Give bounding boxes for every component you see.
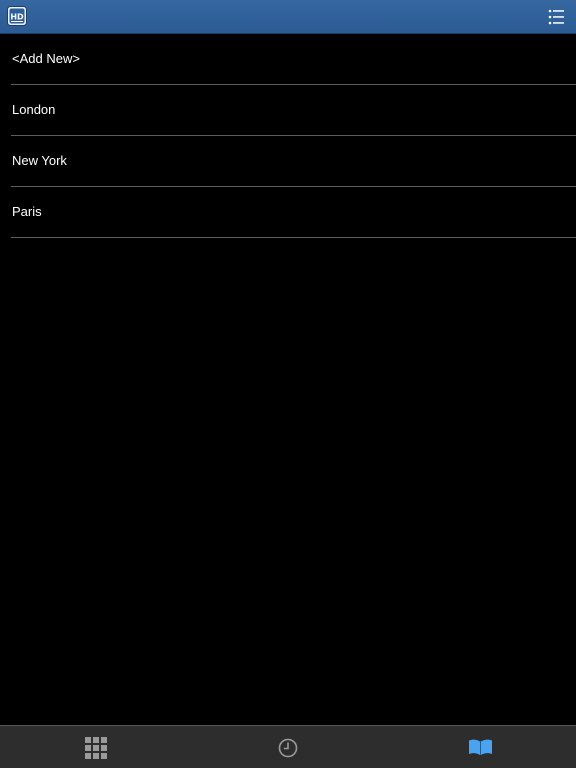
book-icon [468, 739, 492, 755]
tab-grid[interactable] [0, 726, 192, 768]
app-window: HD <Add New> London New York Paris [0, 0, 576, 768]
list-item-paris[interactable]: Paris [11, 187, 576, 238]
list-item-label: New York [12, 153, 67, 168]
tab-saved[interactable] [384, 726, 576, 768]
hd-app-logo-icon[interactable]: HD [7, 6, 27, 26]
list-item-label: Paris [12, 204, 42, 219]
list-item-london[interactable]: London [11, 85, 576, 136]
list-item-label: London [12, 102, 56, 117]
list-menu-icon[interactable] [546, 7, 568, 27]
location-list: <Add New> London New York Paris [0, 34, 576, 238]
clock-icon [278, 738, 298, 757]
grid-icon [85, 736, 107, 759]
tab-history[interactable] [192, 726, 384, 768]
add-new-item[interactable]: <Add New> [11, 34, 576, 85]
header-bar: HD [0, 0, 576, 34]
list-item-new-york[interactable]: New York [11, 136, 576, 187]
list-item-label: <Add New> [12, 51, 80, 66]
bottom-tab-bar [0, 725, 576, 768]
svg-text:HD: HD [10, 13, 24, 22]
